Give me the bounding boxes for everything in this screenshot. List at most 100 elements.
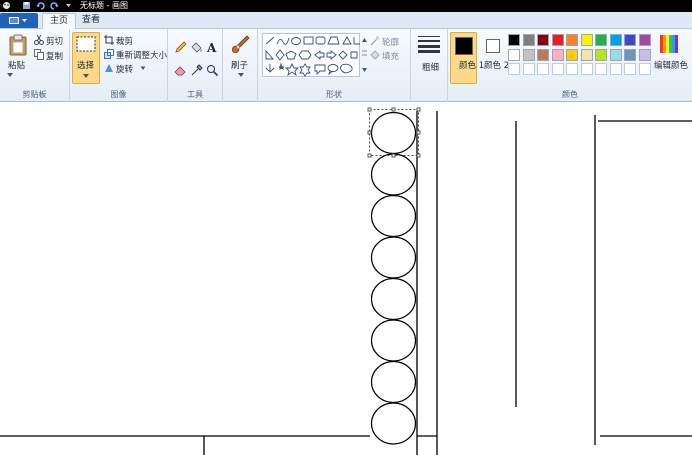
drawing-canvas[interactable] <box>0 103 692 455</box>
circle-shape <box>370 236 417 279</box>
color2-swatch[interactable] <box>486 39 500 53</box>
select-dropdown-icon[interactable] <box>82 73 90 79</box>
tools-group: A 工具 <box>168 29 223 102</box>
resize-handle <box>416 153 421 158</box>
cut-button[interactable]: 剪切 <box>46 35 63 47</box>
color-picker-icon[interactable] <box>190 64 203 77</box>
palette-color-swatch[interactable] <box>638 34 651 46</box>
palette-color-swatch[interactable] <box>566 48 578 61</box>
palette-color-swatch[interactable] <box>551 63 564 75</box>
copy-button[interactable]: 复制 <box>46 50 63 62</box>
color2-label[interactable]: 颜色 2 <box>484 59 509 71</box>
scissors-icon <box>34 35 44 45</box>
ribbon-tab-row: 主页 查看 <box>0 12 692 29</box>
edit-colors-icon <box>660 35 678 53</box>
resize-handle <box>367 130 372 135</box>
palette-color-swatch[interactable] <box>624 34 636 46</box>
rotate-icon <box>105 64 113 72</box>
resize-icon <box>104 49 114 59</box>
resize-button[interactable]: 重新调整大小 <box>116 49 167 61</box>
palette-color-swatch[interactable] <box>595 48 607 61</box>
paste-dropdown-icon[interactable] <box>6 72 14 78</box>
colors-group: 颜色 1 颜色 2 编辑颜色 颜色 <box>448 29 692 102</box>
palette-color-swatch[interactable] <box>609 63 622 75</box>
palette-color-swatch[interactable] <box>522 63 535 75</box>
palette-color-swatch[interactable] <box>595 63 607 75</box>
palette-color-swatch[interactable] <box>580 63 593 75</box>
edit-colors-button[interactable]: 编辑颜色 <box>654 59 688 71</box>
selection-box[interactable] <box>367 107 421 158</box>
palette-color-swatch[interactable] <box>595 34 607 46</box>
shapes-scroll-icon[interactable] <box>361 33 368 77</box>
shapes-gallery-icons <box>265 36 360 77</box>
tools-group-label: 工具 <box>187 90 203 99</box>
palette-color-swatch[interactable] <box>624 48 636 61</box>
resize-handle <box>416 107 421 112</box>
palette-color-swatch[interactable] <box>580 34 593 46</box>
text-tool-icon[interactable]: A <box>206 41 219 54</box>
paste-button[interactable]: 粘贴 <box>8 59 25 71</box>
redo-icon[interactable] <box>50 1 59 10</box>
brushes-dropdown-icon[interactable] <box>237 72 245 78</box>
shapes-group-label: 形状 <box>326 90 342 99</box>
palette-color-swatch[interactable] <box>537 48 549 61</box>
tab-view[interactable]: 查看 <box>75 13 107 29</box>
palette-color-swatch[interactable] <box>551 34 564 46</box>
palette-color-swatch[interactable] <box>609 34 622 46</box>
palette-color-swatch[interactable] <box>508 63 520 75</box>
magnifier-icon[interactable] <box>206 64 219 77</box>
circle-column <box>370 111 417 445</box>
palette-color-swatch[interactable] <box>609 48 622 61</box>
palette-color-swatch[interactable] <box>638 63 651 75</box>
tab-home[interactable]: 主页 <box>42 13 77 29</box>
paint-menu-button[interactable] <box>0 13 38 28</box>
undo-icon[interactable] <box>36 1 45 10</box>
rotate-dropdown-icon[interactable] <box>140 66 146 71</box>
ribbon: 粘贴 剪切 复制 剪贴板 选择 裁剪 重新调整大小 旋转 图像 A 工具 刷子 <box>0 29 692 102</box>
outline-button[interactable]: 轮廓 <box>382 36 399 48</box>
crop-icon <box>104 35 114 45</box>
colors-group-label: 颜色 <box>562 90 578 99</box>
palette-color-swatch[interactable] <box>638 48 651 61</box>
canvas-drawing <box>0 107 692 455</box>
pencil-icon[interactable] <box>174 41 187 54</box>
shapes-group: 轮廓 填充 形状 <box>258 29 411 102</box>
size-button[interactable]: 粗细 <box>422 61 439 73</box>
paint-app-icon[interactable] <box>2 1 11 10</box>
clipboard-group: 粘贴 剪切 复制 剪贴板 <box>0 29 70 102</box>
palette-color-swatch[interactable] <box>624 63 636 75</box>
rotate-button[interactable]: 旋转 <box>116 63 133 75</box>
title-bar: 无标题 - 画图 <box>0 0 692 12</box>
circle-shape <box>370 319 417 362</box>
palette-color-swatch[interactable] <box>508 34 520 46</box>
size-group: 粗细 <box>411 29 448 102</box>
crop-button[interactable]: 裁剪 <box>116 35 133 47</box>
brushes-button[interactable]: 刷子 <box>231 59 248 71</box>
palette-color-swatch[interactable] <box>508 48 520 61</box>
palette-color-swatch[interactable] <box>522 34 535 46</box>
circle-shape <box>370 111 417 155</box>
palette-color-swatch[interactable] <box>537 63 549 75</box>
resize-handle <box>367 107 372 112</box>
eraser-icon[interactable] <box>174 64 187 77</box>
save-icon[interactable] <box>22 1 31 10</box>
resize-handle <box>391 153 396 158</box>
palette-color-swatch[interactable] <box>551 48 564 61</box>
line-thickness-icon <box>418 36 440 53</box>
window-title: 无标题 - 画图 <box>80 1 128 10</box>
fill-bucket-icon[interactable] <box>190 41 203 54</box>
paste-icon[interactable] <box>8 34 28 56</box>
shapes-gallery[interactable] <box>262 33 360 77</box>
resize-handle <box>416 130 421 135</box>
brushes-group: 刷子 <box>223 29 258 102</box>
palette-color-swatch[interactable] <box>566 34 578 46</box>
palette-color-swatch[interactable] <box>522 48 535 61</box>
palette-color-swatch[interactable] <box>566 63 578 75</box>
fill-button[interactable]: 填充 <box>382 50 399 62</box>
customize-quick-access-icon[interactable] <box>64 1 73 10</box>
palette-color-swatch[interactable] <box>537 34 549 46</box>
select-label: 选择 <box>77 61 95 71</box>
palette-color-swatch[interactable] <box>580 48 593 61</box>
svg-text:A: A <box>206 41 217 54</box>
brush-icon[interactable] <box>229 34 251 56</box>
